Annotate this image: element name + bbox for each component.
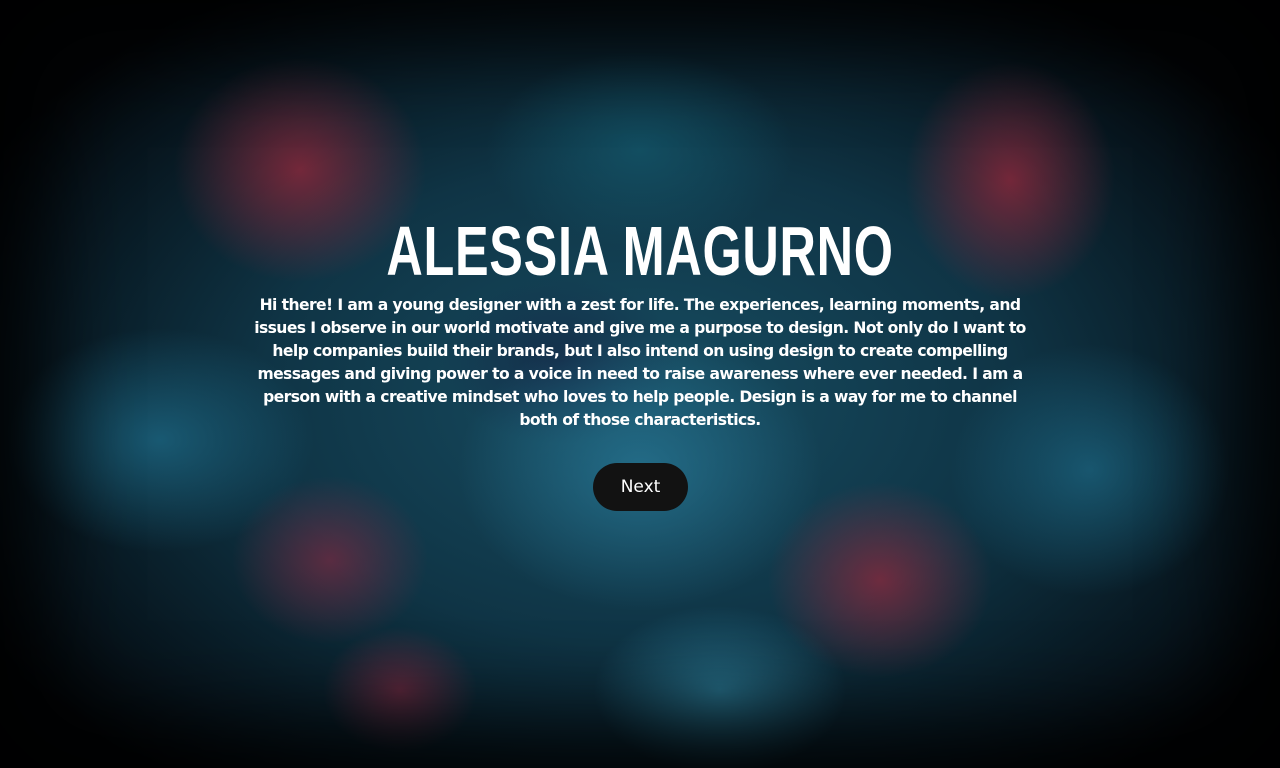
page-title: ALESSIA MAGURNO (386, 212, 894, 290)
intro-section: ALESSIA MAGURNO Hi there! I am a young d… (0, 0, 1280, 768)
next-button[interactable]: Next (593, 463, 688, 511)
bio-paragraph: Hi there! I am a young designer with a z… (254, 296, 1026, 429)
